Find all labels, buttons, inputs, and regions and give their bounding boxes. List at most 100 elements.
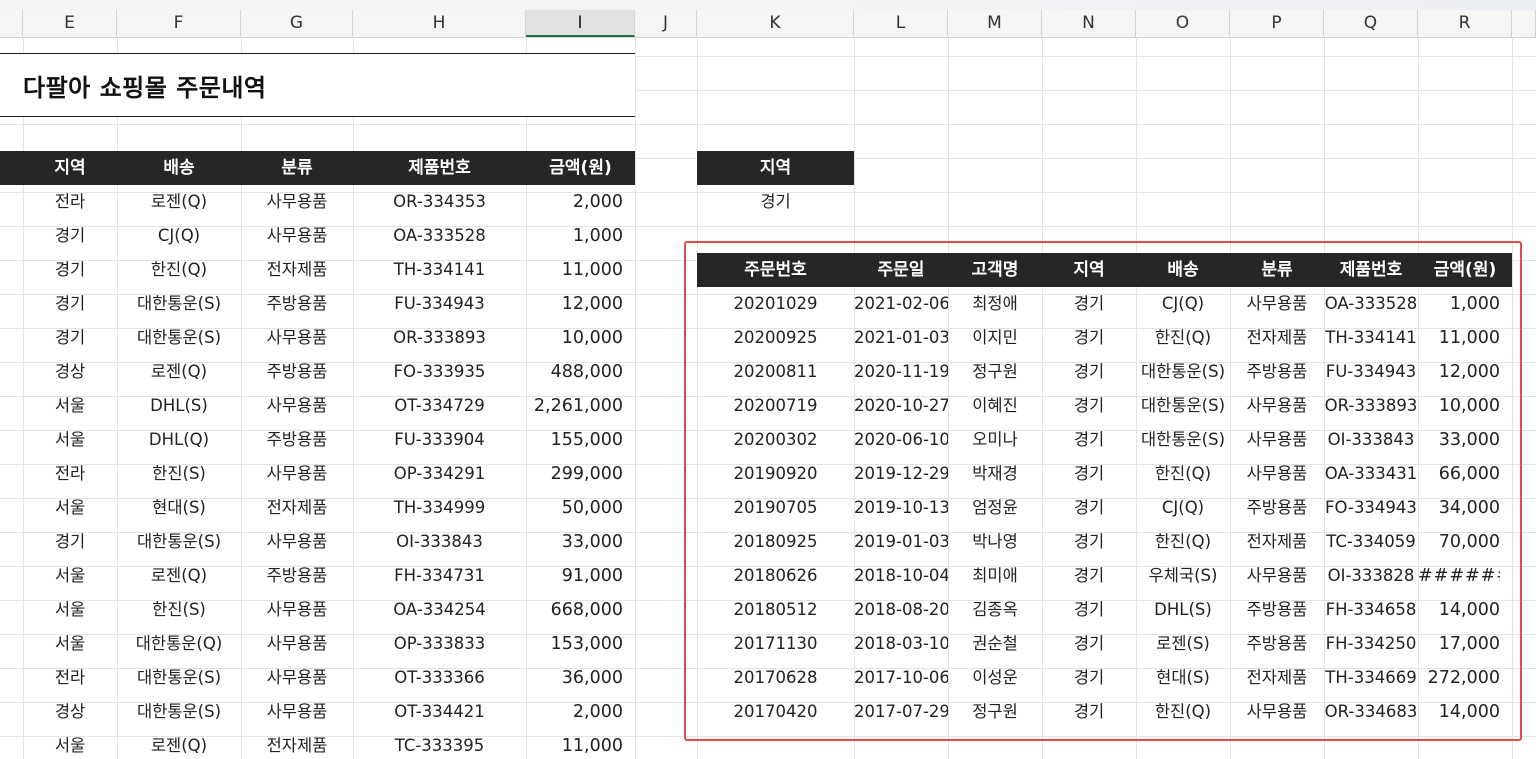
column-header-f[interactable]: F [117,10,241,37]
result-table-cell[interactable]: FU-334943 [1324,355,1418,389]
result-table-header-cell[interactable]: 주문일 [854,253,948,287]
result-table-cell[interactable]: 박나영 [948,525,1042,559]
result-table-cell[interactable]: 20190705 [697,491,854,525]
main-table-cell[interactable]: 488,000 [526,355,623,389]
result-table-cell[interactable]: 34,000 [1418,491,1500,525]
result-table-cell[interactable]: 66,000 [1418,457,1500,491]
result-table-header-cell[interactable]: 분류 [1230,253,1324,287]
result-table-cell[interactable]: 대한통운(S) [1136,355,1230,389]
result-table-cell[interactable]: 20200302 [697,423,854,457]
result-table-cell[interactable]: 20200719 [697,389,854,423]
result-table-cell[interactable]: 2021-02-06 [854,287,948,321]
result-table-cell[interactable]: 20180626 [697,559,854,593]
spreadsheet-grid[interactable]: EFGHIJKLMNOPQR 다팔아 쇼핑몰 주문내역 지역 배송 분류 제품번호 금액… [0,0,1536,759]
result-table-cell[interactable]: 1,000 [1418,287,1500,321]
column-header-m[interactable]: M [948,10,1042,37]
result-table-cell[interactable]: ###### [1418,559,1500,593]
main-table-cell[interactable]: 사무용품 [241,695,353,729]
result-table-header-cell[interactable]: 지역 [1042,253,1136,287]
result-table-cell[interactable]: 경기 [1042,491,1136,525]
result-table-cell[interactable]: 이성운 [948,661,1042,695]
main-table-cell[interactable]: 로젠(Q) [117,355,241,389]
main-table-cell[interactable]: 서울 [23,423,117,457]
result-table-cell[interactable]: 2017-07-29 [854,695,948,729]
result-table-cell[interactable]: 11,000 [1418,321,1500,355]
result-table-cell[interactable]: 전자제품 [1230,661,1324,695]
main-table-cell[interactable]: 사무용품 [241,185,353,219]
main-table-cell[interactable]: DHL(Q) [117,423,241,457]
result-table-cell[interactable]: 정구원 [948,355,1042,389]
result-table-cell[interactable]: 경기 [1042,525,1136,559]
column-header-o[interactable]: O [1136,10,1230,37]
main-table-cell[interactable]: 로젠(Q) [117,729,241,759]
result-table-cell[interactable]: 20180925 [697,525,854,559]
main-table-cell[interactable]: 한진(S) [117,593,241,627]
main-table-cell[interactable]: 대한통운(S) [117,695,241,729]
column-header-k[interactable]: K [697,10,854,37]
result-table-cell[interactable]: 경기 [1042,661,1136,695]
result-table-cell[interactable]: 2019-10-13 [854,491,948,525]
result-table-header-cell[interactable]: 금액(원) [1418,253,1512,287]
main-table-cell[interactable]: 한진(Q) [117,253,241,287]
main-table-cell[interactable]: 사무용품 [241,627,353,661]
result-table-cell[interactable]: 주방용품 [1230,627,1324,661]
main-table-cell[interactable]: 11,000 [526,253,623,287]
result-table-cell[interactable]: 20190920 [697,457,854,491]
main-table-header-cell[interactable]: 지역 [23,151,117,185]
column-header-q[interactable]: Q [1324,10,1418,37]
result-table-cell[interactable]: OA-333528 [1324,287,1418,321]
column-header-n[interactable]: N [1042,10,1136,37]
main-table-cell[interactable]: 대한통운(S) [117,661,241,695]
result-table-cell[interactable]: 사무용품 [1230,457,1324,491]
column-header-j[interactable]: J [635,10,697,37]
main-table-cell[interactable]: 경기 [23,253,117,287]
result-table-cell[interactable]: 경기 [1042,321,1136,355]
result-table-cell[interactable]: 대한통운(S) [1136,389,1230,423]
main-table-cell[interactable]: FU-333904 [353,423,526,457]
result-table-cell[interactable]: 20171130 [697,627,854,661]
result-table-cell[interactable]: OA-333431 [1324,457,1418,491]
result-table-cell[interactable]: 2018-10-04 [854,559,948,593]
result-table-cell[interactable]: 20170628 [697,661,854,695]
result-table-cell[interactable]: 권순철 [948,627,1042,661]
result-table-cell[interactable]: 최정애 [948,287,1042,321]
result-table-cell[interactable]: 2020-11-19 [854,355,948,389]
result-table-cell[interactable]: 전자제품 [1230,321,1324,355]
result-table-cell[interactable]: 엄정윤 [948,491,1042,525]
result-table-cell[interactable]: 2017-10-06 [854,661,948,695]
result-table-cell[interactable]: 최미애 [948,559,1042,593]
main-table-cell[interactable]: TH-334141 [353,253,526,287]
main-table-cell[interactable]: CJ(Q) [117,219,241,253]
main-table-cell[interactable]: 2,261,000 [526,389,623,423]
result-table-header-cell[interactable]: 제품번호 [1324,253,1418,287]
main-table-cell[interactable]: 서울 [23,593,117,627]
result-table-cell[interactable]: OI-333843 [1324,423,1418,457]
result-table-cell[interactable]: 20200925 [697,321,854,355]
column-header-partial[interactable] [0,10,23,37]
result-table-cell[interactable]: 한진(Q) [1136,525,1230,559]
result-table-cell[interactable]: 20180512 [697,593,854,627]
main-table-cell[interactable]: 36,000 [526,661,623,695]
main-table-cell[interactable]: 대한통운(S) [117,287,241,321]
main-table-cell[interactable]: 서울 [23,389,117,423]
main-table-cell[interactable]: 사무용품 [241,321,353,355]
main-table-cell[interactable]: 33,000 [526,525,623,559]
result-table-cell[interactable]: 70,000 [1418,525,1500,559]
result-table-cell[interactable]: FO-334943 [1324,491,1418,525]
result-table-cell[interactable]: 사무용품 [1230,389,1324,423]
main-table-cell[interactable]: 서울 [23,491,117,525]
result-table-cell[interactable]: 한진(Q) [1136,321,1230,355]
result-table-cell[interactable]: 20201029 [697,287,854,321]
main-table-cell[interactable]: 50,000 [526,491,623,525]
result-table-cell[interactable]: 주방용품 [1230,355,1324,389]
main-table-cell[interactable]: 사무용품 [241,219,353,253]
main-table-cell[interactable]: 서울 [23,559,117,593]
main-table-cell[interactable]: OP-333833 [353,627,526,661]
result-table-cell[interactable]: 2019-01-03 [854,525,948,559]
main-table-cell[interactable]: 현대(S) [117,491,241,525]
result-table-cell[interactable]: 경기 [1042,559,1136,593]
main-table-cell[interactable]: 전라 [23,661,117,695]
main-table-cell[interactable]: OA-333528 [353,219,526,253]
main-table-cell[interactable]: 2,000 [526,695,623,729]
main-table-cell[interactable]: 91,000 [526,559,623,593]
